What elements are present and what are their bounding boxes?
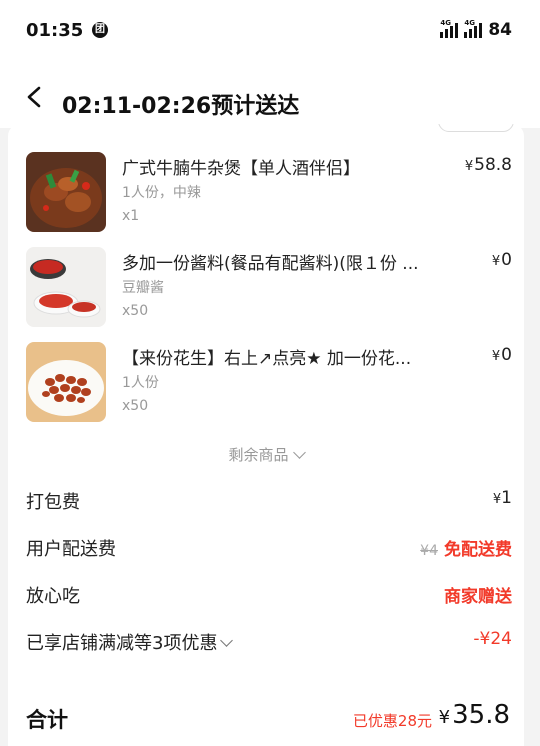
free-delivery-badge: 免配送费 (444, 540, 512, 560)
price-value: 58.8 (474, 155, 512, 175)
order-item[interactable]: 【来份花生】右上↗点亮★ 加一份花... 1人份 x50 ¥0 (26, 342, 512, 426)
chevron-left-icon (27, 86, 41, 108)
item-image-beef-pot (26, 152, 106, 232)
signal-icon-2: 4G (464, 19, 483, 38)
item-quantity: x1 (122, 208, 140, 224)
price-value: 0 (501, 345, 512, 365)
item-spec: 豆瓣酱 (122, 280, 164, 296)
chevron-down-icon (220, 634, 234, 647)
item-name: 【来份花生】右上↗点亮★ 加一份花... (122, 349, 412, 369)
order-card: 广式牛腩牛杂煲【单人酒伴侣】 1人份，中辣 x1 ¥58.8 多加一份酱料(餐品… (8, 124, 524, 746)
item-price: ¥0 (492, 345, 512, 365)
item-name: 多加一份酱料(餐品有配酱料)(限１份 ... (122, 254, 419, 274)
packing-fee-row: 打包费 ¥1 (26, 486, 512, 516)
network-type-label: 4G (440, 19, 451, 27)
order-item[interactable]: 多加一份酱料(餐品有配酱料)(限１份 ... 豆瓣酱 x50 ¥0 (26, 247, 512, 331)
back-button[interactable] (24, 86, 46, 108)
battery-level: 84 (488, 20, 512, 40)
delivery-fee-row: 用户配送费 ¥4 免配送费 (26, 533, 512, 563)
status-bar: 01:35 团 4G 4G 84 (0, 0, 540, 62)
packing-fee-value: ¥1 (493, 488, 512, 508)
item-price: ¥0 (492, 250, 512, 270)
more-items-label: 剩余商品 (228, 446, 289, 464)
currency-symbol: ¥ (438, 707, 451, 728)
item-name: 广式牛腩牛杂煲【单人酒伴侣】 (122, 159, 360, 179)
item-image-sauce (26, 247, 106, 327)
item-price: ¥58.8 (465, 155, 512, 175)
currency-symbol: ¥ (492, 492, 502, 507)
discount-value: -¥24 (473, 629, 512, 649)
card-top-button[interactable] (438, 124, 514, 132)
signal-icon: 4G (440, 19, 459, 38)
network-type-label-2: 4G (464, 19, 475, 27)
item-quantity: x50 (122, 303, 149, 319)
total-saved: 已优惠28元 (352, 712, 432, 730)
price-value: 0 (501, 250, 512, 270)
item-image-peanuts (26, 342, 106, 422)
packing-fee-amount: 1 (501, 488, 512, 508)
status-indicators: 4G 4G 84 (440, 19, 512, 40)
discount-row[interactable]: 已享店铺满减等3项优惠 -¥24 (26, 627, 512, 657)
total-amount-value: 35.8 (452, 700, 510, 730)
currency-symbol: ¥ (464, 159, 474, 174)
item-spec: 1人份，中辣 (122, 185, 201, 201)
order-item[interactable]: 广式牛腩牛杂煲【单人酒伴侣】 1人份，中辣 x1 ¥58.8 (26, 152, 512, 236)
delivery-fee-value: ¥4 免配送费 (420, 535, 512, 560)
currency-symbol: ¥ (491, 349, 501, 364)
discount-label-text: 已享店铺满减等3项优惠 (26, 633, 218, 654)
item-spec: 1人份 (122, 375, 159, 391)
packing-fee-label: 打包费 (26, 492, 80, 513)
app-notification-icon: 团 (92, 22, 108, 38)
more-items-toggle[interactable]: 剩余商品 (8, 444, 524, 465)
delivery-fee-label: 用户配送费 (26, 539, 116, 560)
assurance-row: 放心吃 商家赠送 (26, 580, 512, 610)
total-amount: ¥35.8 (439, 700, 510, 730)
page-title: 02:11-02:26预计送达 (62, 94, 300, 119)
assurance-value: 商家赠送 (444, 587, 512, 607)
total-label: 合计 (26, 708, 68, 732)
page-header: 02:11-02:26预计送达 (0, 62, 540, 128)
discount-label: 已享店铺满减等3项优惠 (26, 629, 234, 655)
item-quantity: x50 (122, 398, 149, 414)
status-time: 01:35 (26, 20, 84, 41)
assurance-label: 放心吃 (26, 586, 80, 607)
chevron-down-icon (292, 446, 306, 459)
original-delivery-fee: ¥4 (420, 543, 438, 559)
currency-symbol: ¥ (491, 254, 501, 269)
